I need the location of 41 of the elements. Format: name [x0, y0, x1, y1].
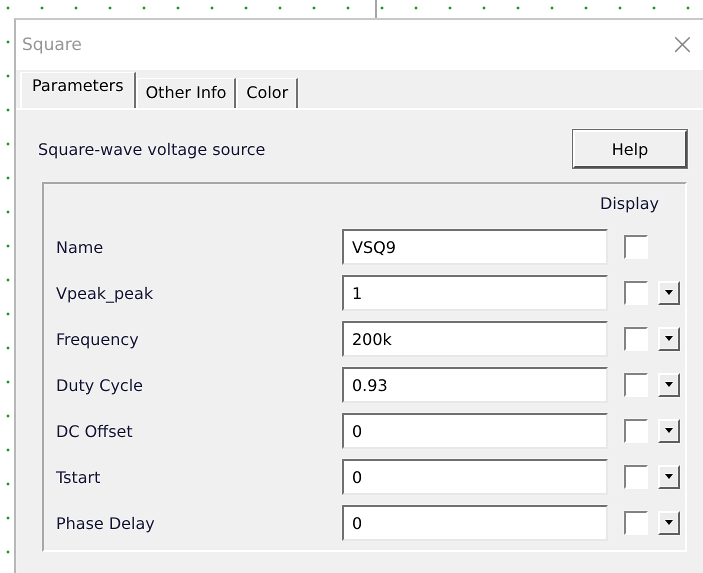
parameter-label: Duty Cycle [56, 376, 144, 394]
parameter-field[interactable]: 1 [342, 275, 608, 311]
parameter-field[interactable]: 0 [342, 413, 608, 449]
parameter-field[interactable]: 200k [342, 321, 608, 357]
dropdown-button[interactable] [658, 511, 680, 535]
parameter-label: DC Offset [56, 422, 134, 440]
parameter-field[interactable]: VSQ9 [342, 229, 608, 265]
dropdown-button[interactable] [658, 465, 680, 489]
dropdown-button[interactable] [658, 327, 680, 351]
window-title: Square [22, 35, 82, 55]
description: Square-wave voltage source [38, 140, 266, 158]
parameter-field[interactable]: 0 [342, 505, 608, 541]
tab[interactable]: Parameters [20, 72, 136, 108]
display-checkbox[interactable] [624, 235, 648, 259]
display-checkbox[interactable] [624, 419, 648, 443]
display-checkbox[interactable] [624, 327, 648, 351]
display-checkbox[interactable] [624, 465, 648, 489]
display-checkbox[interactable] [624, 511, 648, 535]
parameter-label: Phase Delay [56, 514, 156, 532]
caret-icon [664, 428, 674, 434]
dropdown-button[interactable] [658, 419, 680, 443]
parameter-label: Tstart [56, 468, 102, 486]
caret-icon [664, 290, 674, 296]
dropdown-button[interactable] [658, 373, 680, 397]
caret-icon [664, 520, 674, 526]
caret-icon [664, 382, 674, 388]
display-header: Display [600, 194, 659, 215]
parameter-label: Name [56, 238, 104, 256]
tab[interactable]: Other Info [136, 78, 236, 108]
parameter-field[interactable]: 0 [342, 459, 608, 495]
help-button[interactable]: Help [573, 130, 687, 168]
dropdown-button[interactable] [658, 281, 680, 305]
caret-icon [664, 474, 674, 480]
close-icon[interactable]: × [670, 30, 695, 60]
caret-icon [664, 336, 674, 342]
display-checkbox[interactable] [624, 281, 648, 305]
tab[interactable]: Color [236, 78, 298, 108]
display-checkbox[interactable] [624, 373, 648, 397]
parameter-field[interactable]: 0.93 [342, 367, 608, 403]
parameter-label: Vpeak_peak [56, 284, 154, 302]
parameter-label: Frequency [56, 330, 140, 348]
